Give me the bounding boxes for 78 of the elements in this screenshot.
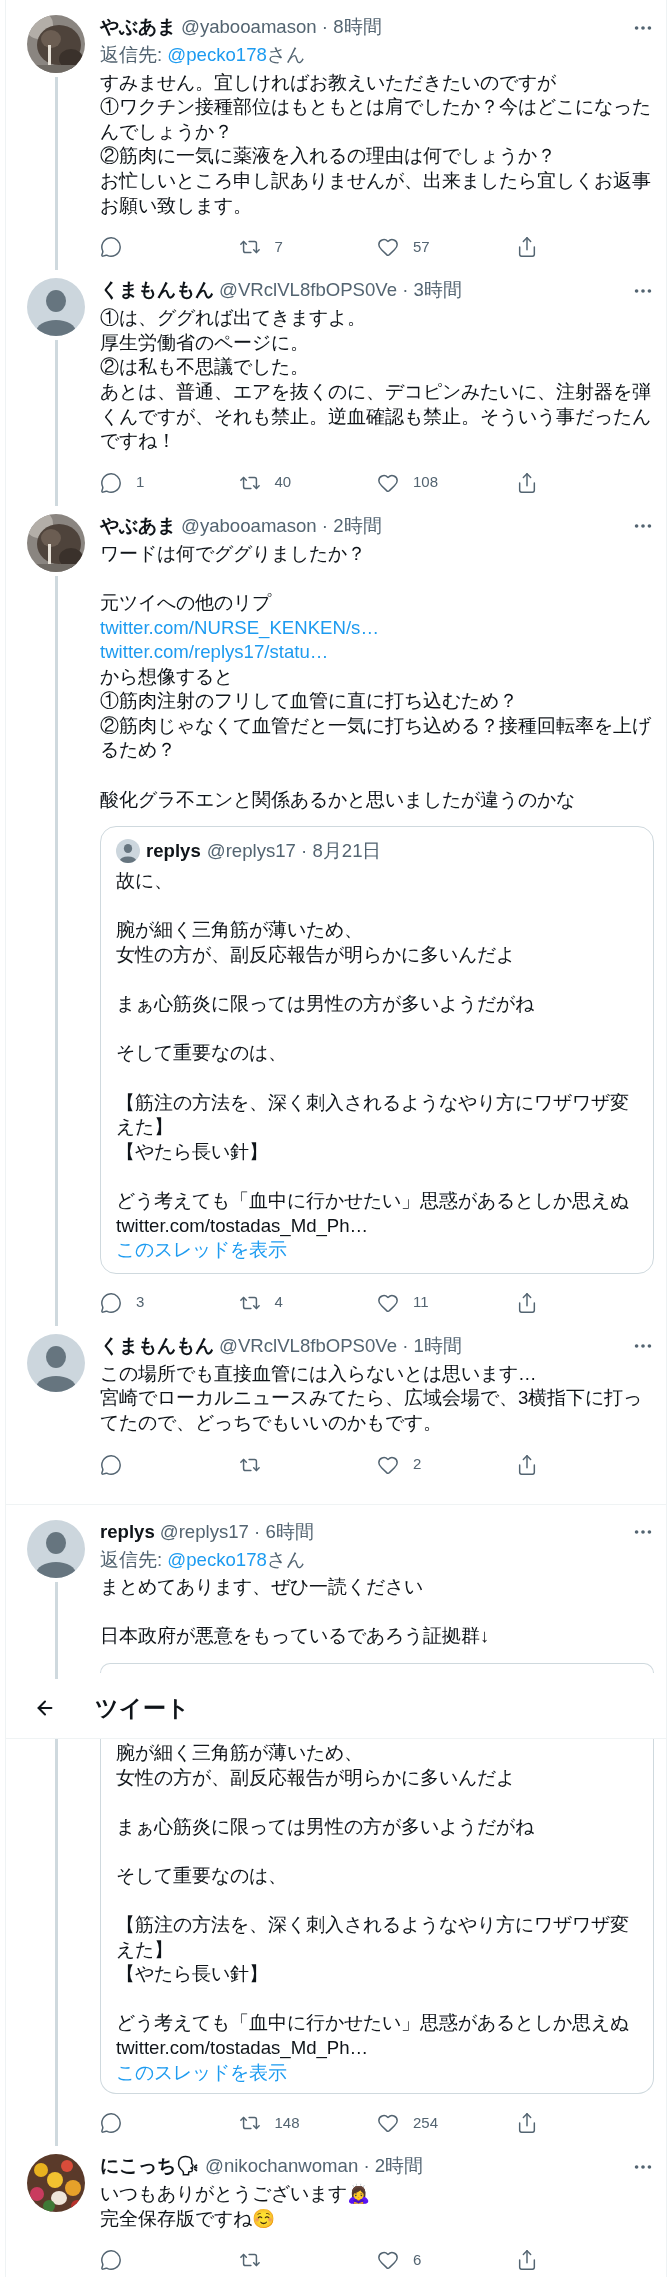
action-count: 4: [274, 1292, 283, 1313]
reply-to-text: 返信先: @pecko178さん: [100, 1548, 305, 1570]
tweet-text: 酸化グラ不エンと関係あるかと思いましたが違うのかな: [100, 787, 575, 812]
user-name[interactable]: くまもんもん: [100, 1333, 214, 1359]
tweet-text: 【やたら長い針】: [116, 1139, 268, 1164]
tweet-text: twitter.com/tostadas_Md_Ph…: [116, 2036, 369, 2061]
action-count: 3: [136, 1292, 145, 1313]
heart-icon[interactable]: [377, 2112, 399, 2135]
tweet-text: ①ワクチン接種部位はもともとは肩でしたか？今はどこになったんでしょうか？: [100, 95, 652, 144]
tweet-text: twitter.com/tostadas_Md_Ph…: [116, 1213, 369, 1239]
tweet-text: 故に、: [116, 869, 173, 894]
user-name[interactable]: replys: [100, 1519, 155, 1545]
handle-and-time: @replys17 · 8月21日: [206, 838, 382, 863]
heart-icon[interactable]: [377, 236, 399, 259]
action-count: 11: [413, 1292, 429, 1313]
tweet-text: お忙しいところ申し訳ありませんが、出来ましたら宜しくお返事お願い致します。: [100, 168, 652, 218]
tweet-text: ワードは何でググりましたか？: [100, 541, 366, 566]
action-count: 1: [136, 472, 145, 493]
user-name[interactable]: replys: [146, 838, 201, 864]
action-count: 148: [274, 2112, 300, 2133]
tweet-text: まぁ心筋炎に限っては男性の方が多いようだがね: [116, 1814, 534, 1839]
handle-and-time: @yabooamason · 8時間: [181, 15, 382, 40]
reply-to-text: 返信先: @pecko178さん: [100, 44, 305, 65]
tweet-text: 腕が細く三角筋が薄いため、: [116, 1740, 363, 1765]
tweet-text: ②筋肉じゃなくて血管だと一気に打ち込める？接種回転率を上げるため？: [100, 713, 652, 763]
tweet-text: 【やたら長い針】: [116, 1962, 268, 1987]
user-name[interactable]: やぶあま: [100, 513, 176, 539]
handle-and-time: @replys17 · 6時間: [159, 1519, 314, 1544]
action-count: 40: [274, 472, 292, 493]
tweet-text: いつもありがとうございます🙇‍♀: [100, 2182, 370, 2207]
tweet-text: 厚生労働省のページに。: [100, 330, 309, 355]
reply-icon[interactable]: [100, 2112, 122, 2135]
tweet-text: この場所でも直接血管には入らないとは思います…: [100, 1361, 537, 1386]
tweet-text: まとめてあります、ぜひ一読ください: [100, 1575, 423, 1600]
tweet-text: 日本政府が悪意をもっているであろう証拠群↓: [100, 1624, 490, 1649]
user-name[interactable]: やぶあま: [100, 15, 176, 40]
tweet-text: まぁ心筋炎に限っては男性の方が多いようだがね: [116, 992, 534, 1017]
reply-icon[interactable]: [100, 236, 122, 259]
reply-icon[interactable]: [100, 471, 122, 494]
tweet-text: あとは、普通、エアを抜くのに、デコピンみたいに、注射器を弾くんですが、それも禁止。逆血確認も禁止。そういう事だったんですね！: [100, 379, 652, 454]
handle-and-time: @VRclVL8fbOPS0Ve · 3時間: [219, 278, 462, 303]
reply-icon[interactable]: [100, 1291, 122, 1314]
reply-icon[interactable]: [100, 2249, 122, 2272]
tweet-text: そして重要なのは、: [116, 1863, 287, 1888]
tweet-text: 女性の方が、副反応報告が明らかに多いんだよ: [116, 1765, 515, 1790]
tweet-text: から想像すると: [100, 664, 233, 689]
tweet-text: 【筋注の方法を、深く刺入されるようなやり方にワザワザ変えた】: [116, 1090, 630, 1140]
action-count: 57: [413, 236, 430, 257]
quoted-tweet-card[interactable]: 腕が細く三角筋が薄いため、 女性の方が、副反応報告が明らかに多いんだよ まぁ心筋炎に限っては男性の方が多いようだがね そして重要なのは、 【筋注の方法を、深く刺入されるようなやり方にワザワザ変えた】 【やたら長い針】 どう考えても「血中に行かせたい」思惑があるとしか思えぬ twitter.com/tostadas_Md_Ph… このスレッドを表示: [100, 1738, 654, 2095]
action-count: 108: [413, 472, 439, 493]
tweet-text: 【筋注の方法を、深く刺入されるようなやり方にワザワザ変えた】: [116, 1913, 630, 1962]
tweet-text: すみません。宜しければお教えいただきたいのですが: [100, 70, 556, 95]
tweet-text: 完全保存版ですね☺: [100, 2206, 275, 2231]
tweet-text: ②は私も不思議でした。: [100, 355, 309, 380]
tweet-text: どう考えても「血中に行かせたい」思惑があるとしか思えぬ: [116, 2011, 629, 2036]
tweet-text: ②筋肉に一気に薬液を入れるの理由は何でしょうか？: [100, 144, 556, 169]
user-name[interactable]: にこっち🗣: [100, 2154, 200, 2179]
handle-and-time: @yabooamason · 2時間: [181, 513, 382, 538]
avatar[interactable]: [116, 839, 140, 864]
action-count: 7: [274, 236, 283, 257]
handle-and-time: @VRclVL8fbOPS0Ve · 1時間: [219, 1333, 462, 1358]
tweet-text: そして重要なのは、: [116, 1041, 287, 1066]
action-count: 254: [413, 2112, 439, 2133]
tweet-text: 宮崎でローカルニュースみてたら、広域会場で、3横指下に打ってたので、どっちでもいいのかもです。: [100, 1386, 644, 1435]
reply-icon[interactable]: [100, 1453, 122, 1476]
action-count: 6: [413, 2250, 422, 2271]
page-title: ツイート: [95, 1696, 190, 1721]
tweet-text: どう考えても「血中に行かせたい」思惑があるとしか思えぬ: [116, 1188, 629, 1213]
action-count: 2: [413, 1454, 422, 1475]
tweet-text: 女性の方が、副反応報告が明らかに多いんだよ: [116, 943, 515, 968]
tweet-text: 元ツイへの他のリプ: [100, 590, 271, 615]
tweet-text: 腕が細く三角筋が薄いため、: [116, 918, 363, 943]
heart-icon[interactable]: [377, 2249, 399, 2272]
handle-and-time: @nikochanwoman · 2時間: [205, 2154, 424, 2179]
quoted-tweet-card[interactable]: [100, 826, 654, 1274]
tweet-text: ①は、ググれば出てきますよ。: [100, 306, 366, 331]
tweet-text: ①筋肉注射のフリして血管に直に打ち込むため？: [100, 689, 518, 714]
user-name[interactable]: くまもんもん: [100, 278, 214, 303]
